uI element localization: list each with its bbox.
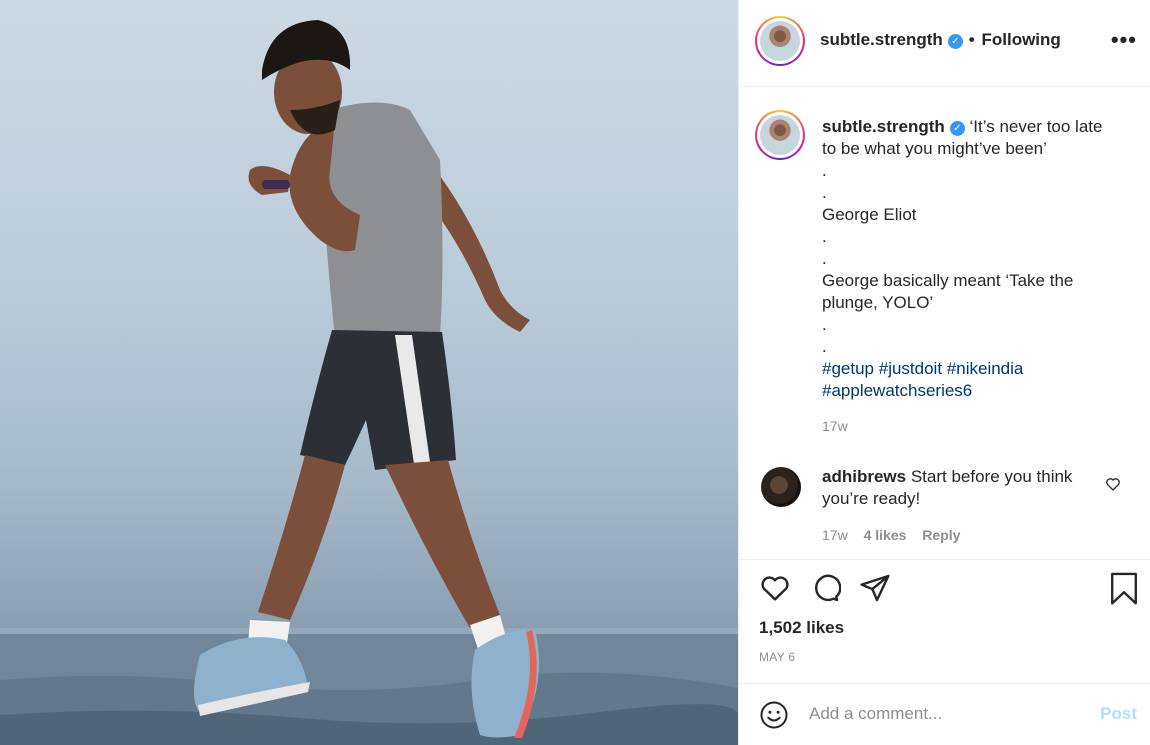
post-comment-button[interactable]: Post	[1100, 704, 1137, 724]
caption-line: .	[822, 183, 827, 202]
share-plane-icon[interactable]	[859, 572, 891, 604]
caption-author-username[interactable]: subtle.strength	[822, 117, 945, 136]
comment-bubble-icon[interactable]	[809, 572, 841, 604]
comments-section: subtle.strength ✓ ‘It’s never too late to…	[739, 88, 1150, 560]
post-header: subtle.strength ✓ • Following •••	[739, 0, 1150, 87]
photo-illustration	[0, 20, 738, 745]
comment-meta: 17w 4 likes Reply	[822, 527, 972, 543]
hashtag-link[interactable]: #nikeindia	[947, 359, 1024, 378]
caption-line: George Eliot	[822, 205, 917, 224]
hashtag-link[interactable]: #getup	[822, 359, 874, 378]
post-side-panel: subtle.strength ✓ • Following ••• subtle.s…	[738, 0, 1150, 745]
following-button[interactable]: Following	[981, 30, 1060, 49]
author-username[interactable]: subtle.strength	[820, 30, 943, 49]
author-avatar[interactable]	[755, 16, 805, 66]
caption-line: to be what you might’ve been’	[822, 139, 1047, 158]
post-caption: subtle.strength ✓ ‘It’s never too late to…	[822, 116, 1122, 402]
hashtag-link[interactable]: #applewatchseries6	[822, 381, 972, 400]
caption-line: plunge, YOLO’	[822, 293, 934, 312]
comment-reply-button[interactable]: Reply	[922, 527, 960, 543]
hashtag-link[interactable]: #justdoit	[879, 359, 942, 378]
hashtag-line: #applewatchseries6	[822, 380, 1122, 402]
comment-timestamp[interactable]: 17w	[822, 527, 848, 543]
caption-line: ‘It’s never too late	[969, 117, 1103, 136]
comment-heart-icon[interactable]	[1105, 476, 1121, 492]
comment-input[interactable]	[809, 698, 1079, 730]
caption-line: .	[822, 249, 827, 268]
comment-likes[interactable]: 4 likes	[864, 527, 907, 543]
post-photo[interactable]	[0, 0, 738, 745]
caption-line: George basically meant ‘Take the	[822, 271, 1074, 290]
commenter-username[interactable]: adhibrews	[822, 467, 906, 486]
caption-line: .	[822, 161, 827, 180]
comment-text-line1: Start before you think	[910, 467, 1073, 486]
caption-timestamp[interactable]: 17w	[822, 418, 848, 434]
post-actions	[739, 572, 1150, 612]
caption-author-avatar[interactable]	[755, 110, 805, 160]
header-user-info: subtle.strength ✓ • Following	[820, 30, 1061, 50]
verified-badge-icon: ✓	[949, 121, 965, 136]
caption-line: .	[822, 337, 827, 356]
hashtag-line: #getup #justdoit #nikeindia	[822, 358, 1122, 380]
likes-count[interactable]: 1,502 likes	[759, 618, 844, 638]
more-options-icon[interactable]: •••	[1111, 27, 1137, 53]
emoji-icon[interactable]	[759, 700, 789, 730]
bookmark-icon[interactable]	[1109, 572, 1139, 606]
like-heart-icon[interactable]	[759, 572, 791, 604]
comment-text-line2: you’re ready!	[822, 489, 921, 508]
comment-body: adhibrews Start before you think you’re …	[822, 466, 1102, 510]
separator-dot: •	[968, 30, 975, 49]
add-comment-bar: Post	[739, 683, 1150, 745]
verified-badge-icon: ✓	[947, 34, 963, 49]
commenter-avatar[interactable]	[761, 467, 801, 507]
post-date[interactable]: MAY 6	[759, 650, 795, 664]
caption-line: .	[822, 227, 827, 246]
caption-line: .	[822, 315, 827, 334]
